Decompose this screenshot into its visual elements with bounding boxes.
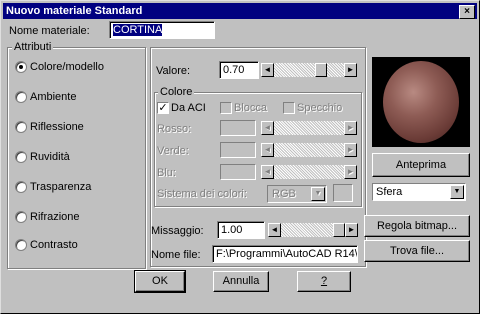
scroll-right-icon[interactable]: ► xyxy=(344,121,357,135)
close-button[interactable]: × xyxy=(459,5,475,19)
material-name-label: Nome materiale: xyxy=(9,25,90,37)
chevron-down-icon[interactable]: ▼ xyxy=(450,185,464,199)
color-system-select[interactable]: RGB ▼ xyxy=(267,185,327,203)
red-slider[interactable]: ◄ ► xyxy=(261,121,357,135)
material-preview xyxy=(372,57,470,147)
green-swatch xyxy=(220,142,256,158)
cancel-label: Annulla xyxy=(222,275,260,287)
radio-button[interactable] xyxy=(15,121,27,133)
color-system-label: Sistema dei colori: xyxy=(157,188,247,200)
attributes-group xyxy=(7,47,146,269)
radio-button[interactable] xyxy=(15,239,27,251)
sphere-preview-icon xyxy=(383,61,459,143)
scroll-left-icon[interactable]: ◄ xyxy=(268,223,281,237)
scroll-left-icon[interactable]: ◄ xyxy=(261,165,274,179)
scroll-right-icon[interactable]: ► xyxy=(344,63,357,77)
help-label: ? xyxy=(320,275,328,287)
window-title: Nuovo materiale Standard xyxy=(6,5,143,17)
red-swatch xyxy=(220,120,256,136)
red-label: Rosso: xyxy=(157,123,192,135)
color-system-value: RGB xyxy=(272,188,296,200)
green-label: Verde: xyxy=(157,145,189,157)
file-name-input[interactable]: F:\Programmi\AutoCAD R14\T xyxy=(212,245,358,263)
material-name-input[interactable]: CORTINA xyxy=(109,21,215,39)
ok-label: OK xyxy=(152,275,168,287)
color-system-swatch xyxy=(333,184,353,202)
blend-slider-thumb[interactable] xyxy=(333,223,345,237)
lock-label: Blocca xyxy=(234,102,268,114)
adjust-bitmap-label: Regola bitmap... xyxy=(376,220,458,232)
attributes-group-title: Attributi xyxy=(12,41,54,53)
preview-shape-value: Sfera xyxy=(376,186,403,198)
file-name-label: Nome file: xyxy=(151,249,201,261)
radio-button[interactable] xyxy=(15,181,27,193)
cancel-button[interactable]: Annulla xyxy=(213,271,269,292)
title-bar: Nuovo materiale Standard × xyxy=(3,3,477,19)
attr-option-label: Colore/modello xyxy=(30,61,104,73)
scroll-right-icon[interactable]: ► xyxy=(344,143,357,157)
preview-button[interactable]: Anteprima xyxy=(372,153,470,177)
blend-slider[interactable]: ◄ ► xyxy=(268,223,358,237)
scroll-left-icon[interactable]: ◄ xyxy=(261,63,274,77)
material-name-value: CORTINA xyxy=(113,24,163,36)
lock-checkbox[interactable] xyxy=(220,102,232,114)
scroll-left-icon[interactable]: ◄ xyxy=(261,143,274,157)
scroll-right-icon[interactable]: ► xyxy=(345,223,358,237)
blend-label: Missaggio: xyxy=(151,225,204,237)
blue-swatch xyxy=(220,164,256,180)
green-slider[interactable]: ◄ ► xyxy=(261,143,357,157)
attr-option-label: Ambiente xyxy=(30,91,77,103)
radio-button[interactable] xyxy=(15,151,27,163)
value-input[interactable]: 0.70 xyxy=(219,61,259,79)
value-slider[interactable]: ◄ ► xyxy=(261,63,357,77)
radio-button[interactable] xyxy=(15,91,27,103)
attr-option-label: Rifrazione xyxy=(30,211,80,223)
mirror-label: Specchio xyxy=(297,102,343,114)
attr-option-label: Contrasto xyxy=(30,239,78,251)
mirror-checkbox[interactable] xyxy=(283,102,295,114)
by-aci-label: Da ACI xyxy=(171,102,206,114)
attr-option-label: Ruvidità xyxy=(30,151,70,163)
by-aci-checkbox[interactable]: ✓ xyxy=(157,102,169,114)
attr-option-label: Trasparenza xyxy=(30,181,92,193)
blend-input[interactable]: 1.00 xyxy=(217,221,265,239)
value-label: Valore: xyxy=(156,65,191,77)
blue-slider[interactable]: ◄ ► xyxy=(261,165,357,179)
blue-label: Blu: xyxy=(157,167,176,179)
help-button[interactable]: ? xyxy=(297,271,351,292)
radio-button[interactable] xyxy=(15,211,27,223)
scroll-right-icon[interactable]: ► xyxy=(344,165,357,179)
preview-button-label: Anteprima xyxy=(395,159,447,171)
value-slider-thumb[interactable] xyxy=(315,63,327,77)
preview-shape-select[interactable]: Sfera ▼ xyxy=(372,183,466,201)
chevron-down-icon[interactable]: ▼ xyxy=(311,187,325,201)
find-file-label: Trova file... xyxy=(390,245,444,257)
radio-button-selected[interactable] xyxy=(15,61,27,73)
attr-option-label: Riflessione xyxy=(30,121,84,133)
color-group-title: Colore xyxy=(158,86,195,98)
scroll-left-icon[interactable]: ◄ xyxy=(261,121,274,135)
find-file-button[interactable]: Trova file... xyxy=(364,240,470,262)
ok-button[interactable]: OK xyxy=(134,270,186,293)
adjust-bitmap-button[interactable]: Regola bitmap... xyxy=(364,215,470,237)
material-dialog: Nuovo materiale Standard × Nome material… xyxy=(0,0,480,314)
